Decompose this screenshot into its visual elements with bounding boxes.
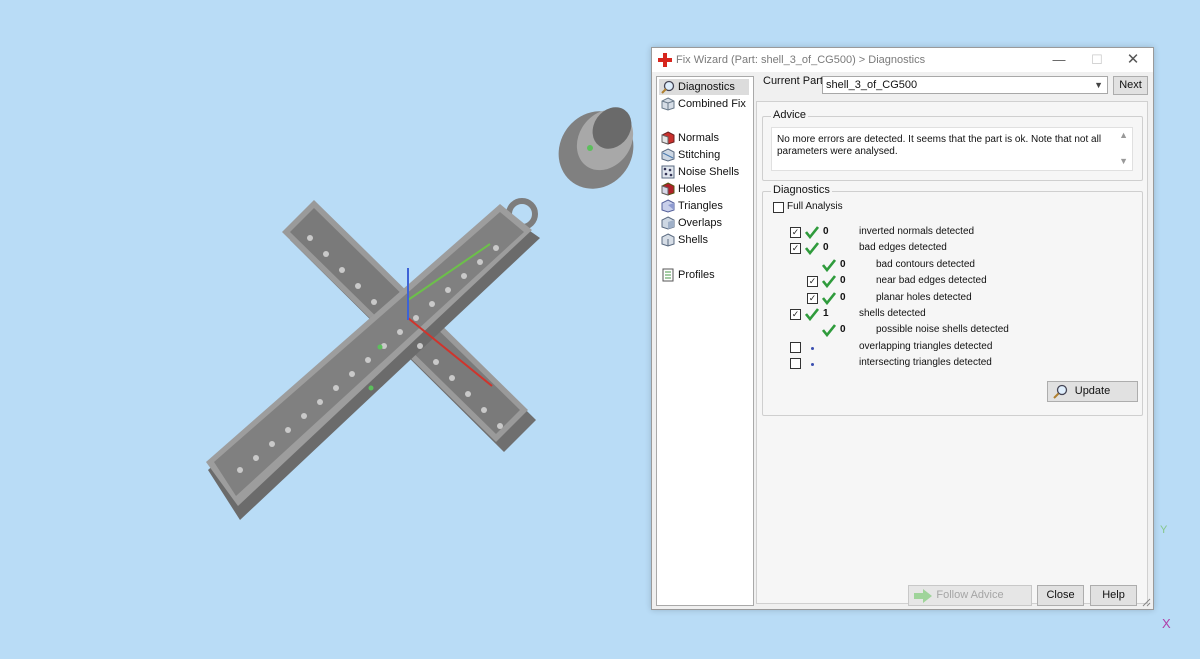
advice-textbox[interactable]: No more errors are detected. It seems th…	[771, 127, 1133, 171]
fix-wizard-dialog: Fix Wizard (Part: shell_3_of_CG500) > Di…	[651, 47, 1154, 610]
nav-label: Combined Fix	[678, 98, 746, 110]
nav-item-stitching[interactable]: Stitching	[659, 147, 749, 163]
cross-model[interactable]	[206, 198, 540, 520]
current-part-select[interactable]: shell_3_of_CG500 ▼	[822, 76, 1108, 94]
nav-item-normals[interactable]: Normals	[659, 130, 749, 146]
nav-label: Stitching	[678, 149, 721, 161]
resize-grip-icon[interactable]	[1141, 597, 1151, 607]
stitching-cube-icon	[661, 148, 675, 162]
nav-item-holes[interactable]: Holes	[659, 181, 749, 197]
check-ok-icon	[822, 324, 836, 337]
bad-contours-label: bad contours detected	[876, 259, 975, 270]
arrow-right-icon	[914, 589, 932, 603]
chevron-down-icon: ▼	[1094, 80, 1103, 90]
inverted-normals-checkbox[interactable]: ✓	[790, 227, 801, 238]
nav-label: Shells	[678, 234, 708, 246]
overlaps-cube-icon	[661, 216, 675, 230]
close-button[interactable]: Close	[1037, 585, 1084, 606]
current-part-label: Current Part:	[763, 75, 826, 87]
wizard-nav-list: Diagnostics Combined Fix Normals Stitchi…	[656, 76, 754, 606]
current-part-value: shell_3_of_CG500	[826, 79, 918, 91]
noise-shells-label: possible noise shells detected	[876, 324, 1009, 335]
check-ok-icon	[805, 242, 819, 255]
nav-item-shells[interactable]: Shells	[659, 232, 749, 248]
update-label: Update	[1074, 385, 1111, 397]
bad-edges-count: 0	[823, 242, 829, 253]
follow-advice-label: Follow Advice	[936, 589, 1004, 601]
pending-dot-icon	[811, 347, 814, 350]
axis-x-label: X	[1162, 616, 1171, 631]
nav-label: Normals	[678, 132, 719, 144]
near-bad-edges-label: near bad edges detected	[876, 275, 987, 286]
near-bad-edges-count: 0	[840, 275, 846, 286]
maximize-button[interactable]: ☐	[1082, 50, 1112, 70]
full-analysis-checkbox[interactable]	[773, 202, 784, 213]
advice-title: Advice	[771, 109, 809, 121]
nav-item-overlaps[interactable]: Overlaps	[659, 215, 749, 231]
nav-label: Noise Shells	[678, 166, 740, 178]
diagnostics-title: Diagnostics	[771, 184, 832, 196]
noise-shells-icon	[661, 165, 675, 179]
check-ok-icon	[822, 275, 836, 288]
follow-advice-button[interactable]: Follow Advice	[908, 585, 1032, 606]
pending-dot-icon	[811, 363, 814, 366]
shells-cube-icon	[661, 233, 675, 247]
title-bar[interactable]: Fix Wizard (Part: shell_3_of_CG500) > Di…	[652, 48, 1153, 72]
window-title: Fix Wizard (Part: shell_3_of_CG500) > Di…	[676, 54, 926, 66]
planar-holes-label: planar holes detected	[876, 292, 972, 303]
nav-item-profiles[interactable]: Profiles	[659, 267, 749, 283]
nav-item-diagnostics[interactable]: Diagnostics	[659, 79, 749, 95]
bad-contours-count: 0	[840, 259, 846, 270]
normals-cube-icon	[661, 131, 675, 145]
holes-cube-icon	[661, 182, 675, 196]
inverted-normals-count: 0	[823, 226, 829, 237]
check-ok-icon	[822, 292, 836, 305]
axis-y-label: Y	[1160, 524, 1168, 536]
nav-label: Diagnostics	[678, 81, 735, 93]
bad-edges-checkbox[interactable]: ✓	[790, 243, 801, 254]
scroll-up-icon[interactable]: ▲	[1119, 130, 1128, 140]
document-icon	[662, 268, 674, 282]
shells-checkbox[interactable]: ✓	[790, 309, 801, 320]
help-button[interactable]: Help	[1090, 585, 1137, 606]
nav-item-combined-fix[interactable]: Combined Fix	[659, 96, 749, 112]
intersecting-triangles-label: intersecting triangles detected	[859, 357, 992, 368]
nav-label: Triangles	[678, 200, 723, 212]
intersecting-triangles-checkbox[interactable]	[790, 358, 801, 369]
shells-count: 1	[823, 308, 829, 319]
planar-holes-count: 0	[840, 292, 846, 303]
check-ok-icon	[805, 226, 819, 239]
full-analysis-label: Full Analysis	[787, 201, 843, 212]
magnifier-icon	[1053, 384, 1068, 399]
next-button[interactable]: Next	[1113, 76, 1148, 95]
magnifier-icon	[661, 80, 675, 94]
minimize-button[interactable]: —	[1044, 50, 1074, 70]
inverted-normals-label: inverted normals detected	[859, 226, 975, 237]
planar-holes-checkbox[interactable]: ✓	[807, 293, 818, 304]
nav-item-triangles[interactable]: Triangles	[659, 198, 749, 214]
close-window-button[interactable]: ✕	[1118, 50, 1148, 70]
check-ok-icon	[822, 259, 836, 272]
nav-item-noise-shells[interactable]: Noise Shells	[659, 164, 749, 180]
nav-label: Profiles	[678, 269, 715, 281]
nav-label: Overlaps	[678, 217, 723, 229]
triangles-icon	[661, 199, 675, 213]
overlapping-triangles-label: overlapping triangles detected	[859, 341, 993, 352]
bad-edges-label: bad edges detected	[859, 242, 947, 253]
shells-label: shells detected	[859, 308, 926, 319]
red-cross-icon	[658, 53, 672, 67]
diagnostics-panel: Advice No more errors are detected. It s…	[756, 101, 1148, 604]
update-button[interactable]: Update	[1047, 381, 1138, 402]
scroll-down-icon[interactable]: ▼	[1119, 156, 1128, 166]
diagnostics-group: Diagnostics Full Analysis ✓ 0 inverted n…	[762, 184, 1143, 416]
overlapping-triangles-checkbox[interactable]	[790, 342, 801, 353]
near-bad-edges-checkbox[interactable]: ✓	[807, 276, 818, 287]
nav-label: Holes	[678, 183, 707, 195]
noise-shells-count: 0	[840, 324, 846, 335]
advice-text: No more errors are detected. It seems th…	[777, 134, 1102, 157]
cube-icon	[661, 97, 675, 111]
advice-group: Advice No more errors are detected. It s…	[762, 109, 1143, 181]
check-ok-icon	[805, 308, 819, 321]
ring-model[interactable]	[544, 97, 649, 204]
